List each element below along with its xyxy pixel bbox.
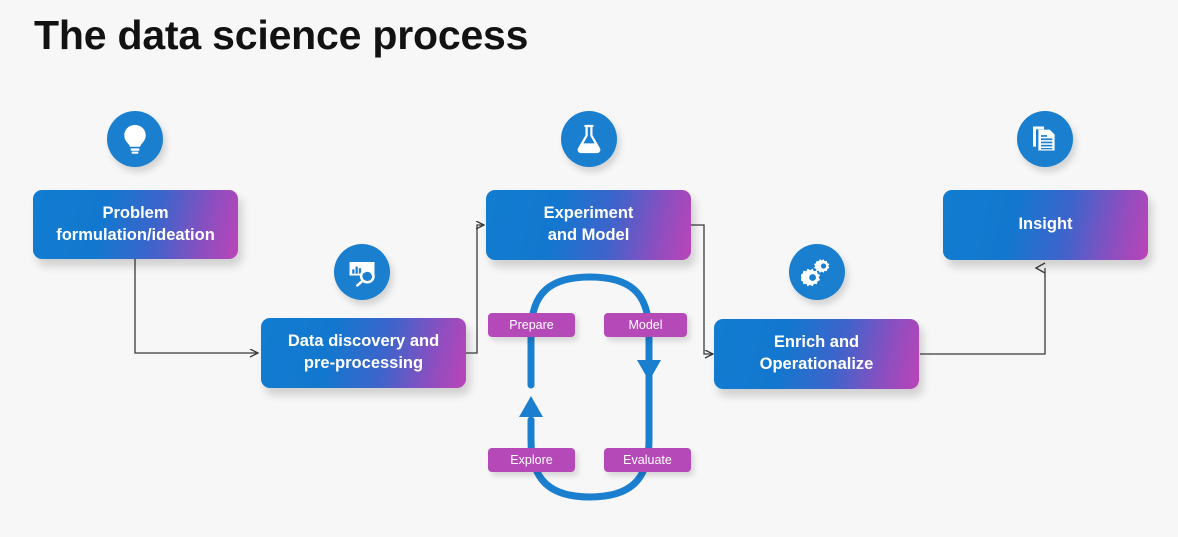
- stage-box-problem[interactable]: Problem formulation/ideation: [33, 190, 238, 259]
- cycle-pill-evaluate[interactable]: Evaluate: [604, 448, 691, 472]
- stage-label-line: Enrich and: [773, 333, 860, 352]
- cycle-pill-label: Model: [628, 318, 663, 332]
- cycle-pill-label: Prepare: [509, 318, 554, 332]
- page-title: The data science process: [34, 12, 529, 58]
- stage-label-line: Experiment: [543, 204, 634, 223]
- stage-box-experiment[interactable]: Experiment and Model: [486, 190, 691, 260]
- lightbulb-icon: [107, 111, 163, 167]
- stage-label-line: and Model: [547, 226, 630, 244]
- stage-label-line: Insight: [1018, 215, 1073, 234]
- stage-label-enrich: Enrich and Operationalize: [760, 332, 874, 376]
- stage-label-insight: Insight: [1018, 214, 1072, 236]
- stage-label-line: Operationalize: [759, 355, 874, 373]
- stage-label-experiment: Experiment and Model: [544, 203, 634, 247]
- flask-icon: [561, 111, 617, 167]
- connector-experiment-to-enrich: [691, 224, 713, 354]
- cycle-pill-label: Evaluate: [623, 453, 672, 467]
- connector-problem-to-data: [134, 258, 258, 353]
- cycle-pill-model[interactable]: Model: [604, 313, 687, 337]
- cycle-pill-prepare[interactable]: Prepare: [488, 313, 575, 337]
- documents-icon: [1017, 111, 1073, 167]
- stage-label-problem: Problem formulation/ideation: [56, 203, 215, 247]
- stage-box-insight[interactable]: Insight: [943, 190, 1148, 260]
- stage-label-line: Data discovery and: [287, 332, 440, 351]
- diagram-canvas: The data science process Problem formula…: [0, 0, 1178, 537]
- cycle-arrow-up: [519, 396, 543, 417]
- stage-box-data-discovery[interactable]: Data discovery and pre-processing: [261, 318, 466, 388]
- connector-layer: [134, 0, 1046, 537]
- stage-box-enrich[interactable]: Enrich and Operationalize: [714, 319, 919, 389]
- cycle-loop-layer: [519, 273, 661, 501]
- stage-label-line: formulation/ideation: [56, 225, 215, 244]
- stage-label-data-discovery: Data discovery and pre-processing: [288, 331, 439, 375]
- cycle-pill-explore[interactable]: Explore: [488, 448, 575, 472]
- chart-search-icon: [334, 244, 390, 300]
- stage-label-line: Problem: [102, 203, 169, 222]
- connector-data-to-experiment: [466, 225, 484, 354]
- stage-label-line: pre-processing: [303, 354, 424, 372]
- cycle-pill-label: Explore: [510, 453, 553, 467]
- connector-enrich-to-insight: [920, 268, 1046, 355]
- cycle-arrow-down: [637, 360, 661, 381]
- gears-icon: [789, 244, 845, 300]
